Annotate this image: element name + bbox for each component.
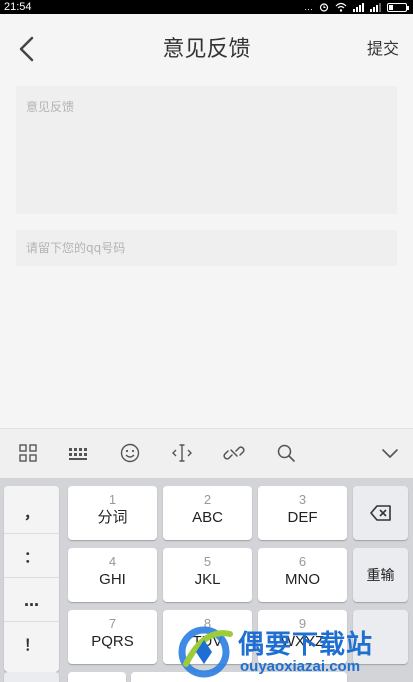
backspace-key[interactable]: [353, 486, 408, 540]
keyboard-layout-icon[interactable]: [66, 441, 90, 465]
qq-number-field[interactable]: [16, 230, 397, 266]
watermark-logo: [178, 626, 233, 678]
signal-icon: [353, 2, 364, 12]
submit-button[interactable]: 提交: [367, 38, 399, 60]
alarm-icon: [319, 3, 329, 12]
status-bar: 21:54 …: [0, 0, 413, 14]
page-title: 意见反馈: [162, 37, 251, 62]
status-icons: …: [304, 0, 409, 14]
key-1[interactable]: 1 分词: [68, 486, 157, 540]
key-6[interactable]: 6 MNO: [258, 548, 347, 602]
qq-field-container: [16, 230, 397, 266]
comma-key[interactable]: ，: [4, 492, 59, 534]
bottom-left-key[interactable]: [4, 672, 59, 682]
feedback-field[interactable]: [16, 86, 397, 214]
watermark: 偶要下载站 ouyaoxiazai.com: [170, 618, 413, 682]
key-3[interactable]: 3 DEF: [258, 486, 347, 540]
collapse-keyboard-icon[interactable]: [378, 441, 402, 465]
ellipsis-key[interactable]: …: [4, 580, 59, 622]
cursor-icon[interactable]: [170, 441, 194, 465]
key-2[interactable]: 2 ABC: [163, 486, 252, 540]
key-7[interactable]: 7 PQRS: [68, 610, 157, 664]
feedback-field-container: [16, 86, 397, 214]
signal-icon-2: [370, 2, 381, 12]
keyboard-toolbar: [0, 428, 413, 478]
watermark-brand: 偶要下载站: [238, 630, 374, 660]
search-icon[interactable]: [274, 441, 298, 465]
watermark-url: ouyaoxiazai.com: [240, 658, 361, 675]
colon-key[interactable]: ：: [4, 536, 59, 578]
key-4[interactable]: 4 GHI: [68, 548, 157, 602]
backspace-icon: [369, 505, 391, 521]
reenter-key[interactable]: 重输: [353, 548, 408, 602]
emoji-icon[interactable]: [118, 441, 142, 465]
wifi-icon: [335, 2, 347, 12]
more-indicator: …: [304, 2, 313, 12]
status-time: 21:54: [4, 1, 32, 13]
header: 意见反馈 提交: [0, 14, 413, 84]
key-5[interactable]: 5 JKL: [163, 548, 252, 602]
bottom-key[interactable]: [68, 672, 126, 682]
grid-icon[interactable]: [16, 441, 40, 465]
battery-icon: [387, 2, 409, 12]
link-icon[interactable]: [222, 441, 246, 465]
exclamation-key[interactable]: ！: [4, 624, 59, 666]
